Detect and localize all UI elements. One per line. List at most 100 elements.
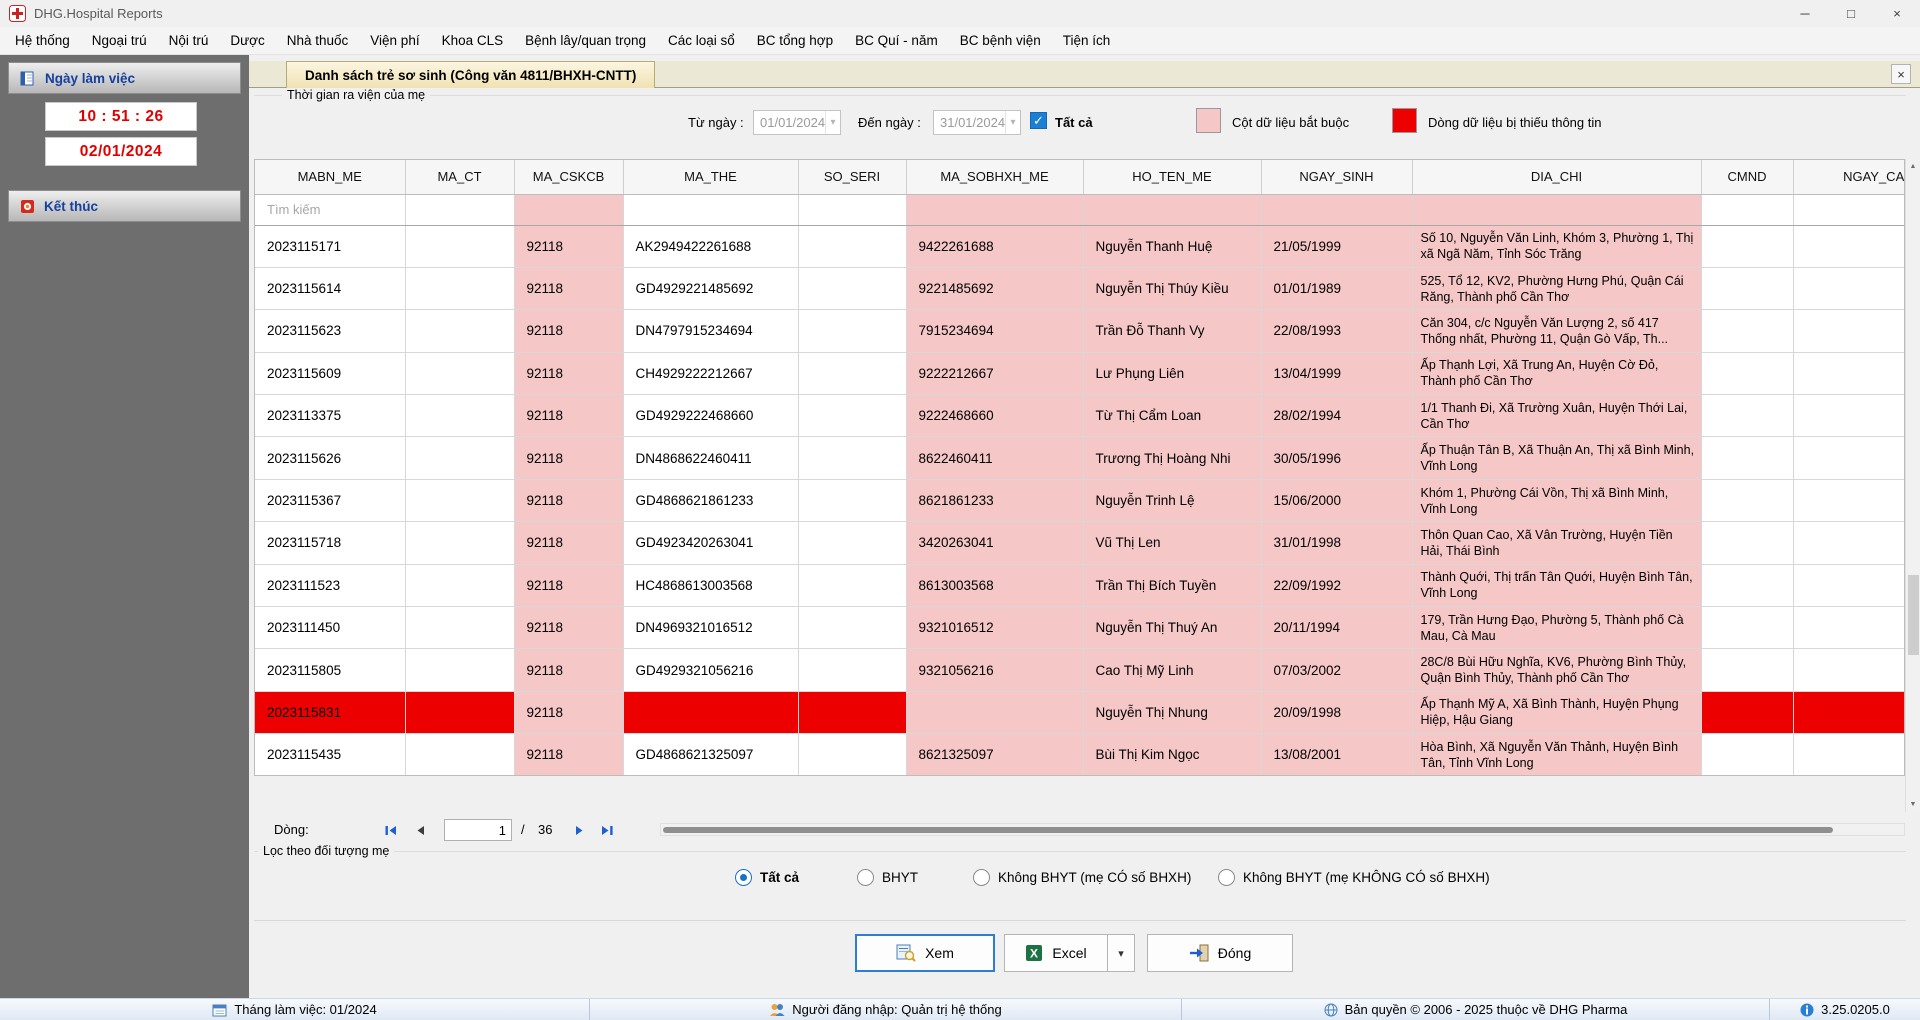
grid-cell[interactable]: 2023115623 — [255, 309, 406, 353]
grid-cell[interactable]: 92118 — [514, 394, 624, 438]
grid-cell[interactable] — [1701, 352, 1794, 396]
grid-cell[interactable]: Thành Quới, Thị trấn Tân Quới, Huyện Bìn… — [1412, 564, 1702, 608]
grid-cell[interactable]: Nguyễn Trinh Lệ — [1083, 479, 1262, 523]
grid-cell[interactable]: AK2949422261688 — [623, 225, 799, 268]
grid-cell[interactable]: 8621325097 — [906, 733, 1084, 775]
grid-cell[interactable]: DN4797915234694 — [623, 309, 799, 353]
excel-button[interactable]: X Excel — [1004, 934, 1108, 972]
vertical-scrollbar-thumb[interactable] — [1908, 575, 1919, 655]
chevron-down-icon[interactable]: ▾ — [825, 111, 840, 134]
grid-cell[interactable] — [1793, 352, 1904, 396]
page-input[interactable] — [444, 819, 512, 841]
radio-option[interactable]: Không BHYT (mẹ CÓ số BHXH) — [973, 869, 1191, 886]
grid-cell[interactable] — [798, 606, 907, 650]
menu-item[interactable]: BC bệnh viện — [949, 27, 1052, 54]
tab-report[interactable]: Danh sách trẻ sơ sinh (Công văn 4811/BHX… — [286, 61, 656, 88]
menu-item[interactable]: Hệ thống — [4, 27, 81, 54]
chevron-down-icon[interactable]: ▾ — [1005, 111, 1020, 134]
grid-cell[interactable] — [798, 225, 907, 268]
grid-cell[interactable] — [1793, 564, 1904, 608]
grid-cell[interactable]: GD4868621325097 — [623, 733, 799, 775]
grid-cell[interactable]: Nguyễn Thanh Huệ — [1083, 225, 1262, 268]
radio-option[interactable]: BHYT — [857, 869, 918, 886]
grid-cell[interactable]: 9222212667 — [906, 352, 1084, 396]
grid-cell[interactable]: 22/08/1993 — [1261, 309, 1413, 353]
grid-cell[interactable] — [1701, 733, 1794, 775]
column-header[interactable]: HO_TEN_ME — [1083, 160, 1262, 195]
next-page-button[interactable] — [566, 820, 592, 840]
grid-cell[interactable] — [1701, 225, 1794, 268]
filter-cell[interactable]: Tìm kiếm — [255, 194, 406, 226]
grid-cell[interactable] — [405, 691, 515, 735]
grid-cell[interactable] — [798, 309, 907, 353]
grid-cell[interactable]: 2023115626 — [255, 436, 406, 480]
grid-cell[interactable]: Ấp Thạnh Mỹ A, Xã Bình Thành, Huyện Phụn… — [1412, 691, 1702, 735]
table-row[interactable]: 2023115367 92118 GD4868621861233 8621861233… — [255, 479, 1904, 523]
grid-cell[interactable] — [405, 606, 515, 650]
grid-cell[interactable]: Nguyễn Thị Nhung — [1083, 691, 1262, 735]
grid-cell[interactable] — [1793, 225, 1904, 268]
grid-cell[interactable] — [1701, 479, 1794, 523]
radio-option[interactable]: Tất cả — [735, 869, 799, 886]
grid-cell[interactable]: 7915234694 — [906, 309, 1084, 353]
filter-cell[interactable] — [405, 194, 515, 226]
grid-cell[interactable]: 9321016512 — [906, 606, 1084, 650]
grid-cell[interactable]: Số 10, Nguyễn Văn Linh, Khóm 3, Phường 1… — [1412, 225, 1702, 268]
grid-cell[interactable]: 92118 — [514, 521, 624, 565]
grid-cell[interactable] — [1793, 521, 1904, 565]
menu-item[interactable]: Khoa CLS — [431, 27, 515, 54]
menu-item[interactable]: BC tổng hợp — [746, 27, 844, 54]
grid-cell[interactable]: GD4929221485692 — [623, 267, 799, 311]
grid-cell[interactable] — [1701, 648, 1794, 692]
grid-cell[interactable]: 92118 — [514, 733, 624, 775]
maximize-button[interactable]: □ — [1828, 0, 1874, 27]
grid-cell[interactable] — [405, 267, 515, 311]
grid-cell[interactable] — [1701, 394, 1794, 438]
grid-cell[interactable] — [798, 479, 907, 523]
filter-cell[interactable] — [514, 194, 624, 226]
close-button[interactable]: × — [1874, 0, 1920, 27]
filter-cell[interactable] — [1412, 194, 1702, 226]
tab-close-button[interactable]: × — [1891, 64, 1911, 84]
grid-cell[interactable]: 30/05/1996 — [1261, 436, 1413, 480]
grid-cell[interactable]: 525, Tổ 12, KV2, Phường Hưng Phú, Quận C… — [1412, 267, 1702, 311]
grid-cell[interactable]: 92118 — [514, 648, 624, 692]
filter-cell[interactable] — [906, 194, 1084, 226]
grid-cell[interactable]: 8613003568 — [906, 564, 1084, 608]
column-header[interactable]: MA_CT — [405, 160, 515, 195]
grid-cell[interactable]: Trần Đỗ Thanh Vy — [1083, 309, 1262, 353]
grid-cell[interactable]: Nguyễn Thị Thuý An — [1083, 606, 1262, 650]
grid-cell[interactable]: 92118 — [514, 267, 624, 311]
grid-cell[interactable]: Ấp Thuận Tân B, Xã Thuận An, Thị xã Bình… — [1412, 436, 1702, 480]
grid-cell[interactable]: Hòa Bình, Xã Nguyễn Văn Thảnh, Huyện Bìn… — [1412, 733, 1702, 775]
first-page-button[interactable] — [378, 820, 404, 840]
grid-cell[interactable] — [405, 479, 515, 523]
table-row[interactable]: 2023115609 92118 CH4929222212667 9222212667… — [255, 352, 1904, 396]
grid-cell[interactable]: HC4868613003568 — [623, 564, 799, 608]
grid-cell[interactable]: Khóm 1, Phường Cái Vồn, Thị xã Bình Minh… — [1412, 479, 1702, 523]
filter-cell[interactable] — [1793, 194, 1904, 226]
grid-cell[interactable]: Bùi Thị Kim Ngọc — [1083, 733, 1262, 775]
grid-cell[interactable]: GD4929222468660 — [623, 394, 799, 438]
grid-cell[interactable]: 9321056216 — [906, 648, 1084, 692]
grid-cell[interactable] — [1793, 394, 1904, 438]
grid-cell[interactable]: 21/05/1999 — [1261, 225, 1413, 268]
grid-cell[interactable]: 2023115831 — [255, 691, 406, 735]
radio-option[interactable]: Không BHYT (mẹ KHÔNG CÓ số BHXH) — [1218, 869, 1490, 886]
column-header[interactable]: MA_CSKCB — [514, 160, 624, 195]
grid-cell[interactable]: 2023111450 — [255, 606, 406, 650]
grid-cell[interactable]: Trương Thị Hoàng Nhi — [1083, 436, 1262, 480]
grid-cell[interactable] — [1793, 606, 1904, 650]
grid-cell[interactable] — [405, 352, 515, 396]
grid-cell[interactable] — [798, 436, 907, 480]
grid-cell[interactable]: DN4868622460411 — [623, 436, 799, 480]
scroll-down-icon[interactable]: ▼ — [1906, 797, 1920, 812]
grid-cell[interactable]: 28C/8 Bùi Hữu Nghĩa, KV6, Phường Bình Th… — [1412, 648, 1702, 692]
grid-cell[interactable]: 8622460411 — [906, 436, 1084, 480]
grid-cell[interactable]: 92118 — [514, 352, 624, 396]
table-row[interactable]: 2023115626 92118 DN4868622460411 8622460411… — [255, 436, 1904, 480]
grid-cell[interactable]: GD4923420263041 — [623, 521, 799, 565]
grid-cell[interactable]: 2023115171 — [255, 225, 406, 268]
grid-cell[interactable] — [1701, 564, 1794, 608]
grid-cell[interactable] — [798, 352, 907, 396]
